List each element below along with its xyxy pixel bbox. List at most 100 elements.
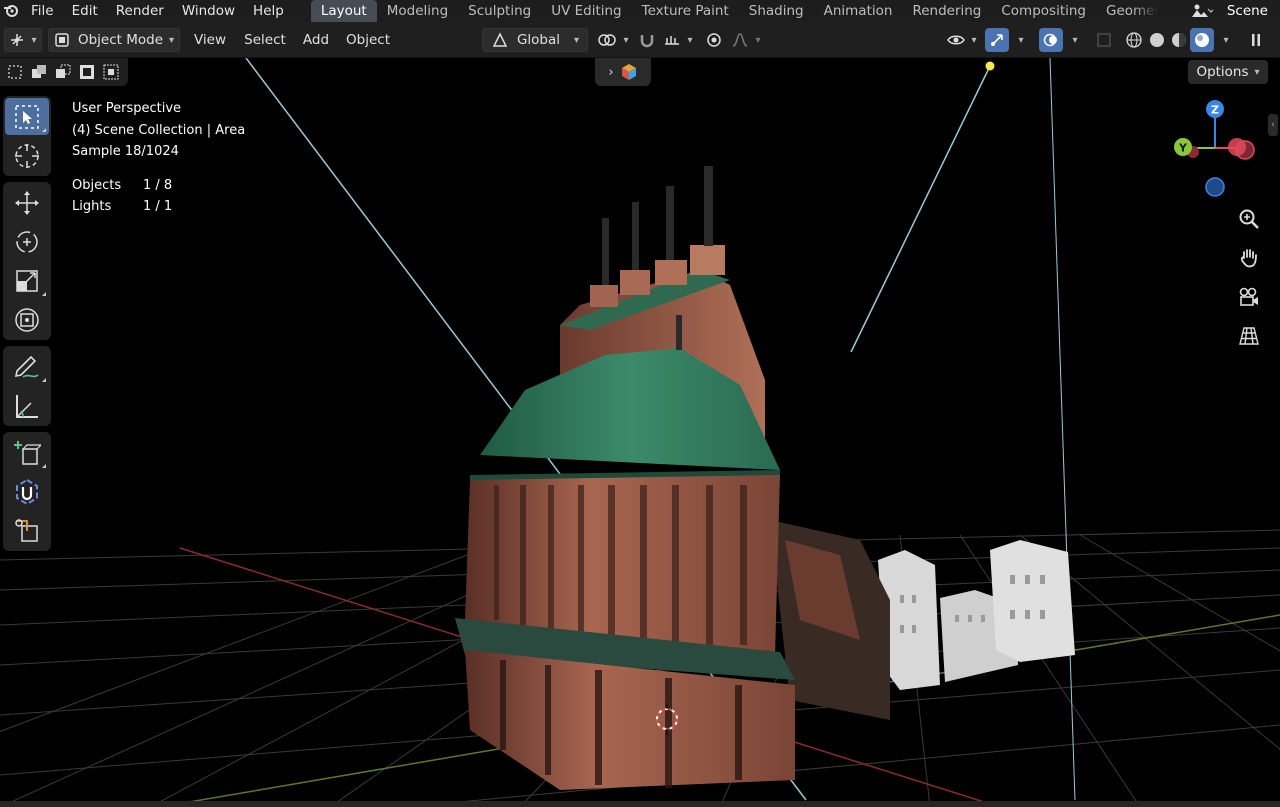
visibility-button[interactable]: ▾ xyxy=(944,28,980,52)
sidebar-toggle[interactable]: ‹ xyxy=(1268,114,1278,136)
shading-rendered-button[interactable] xyxy=(1190,28,1214,52)
view-name: User Perspective xyxy=(72,101,182,116)
zoom-button[interactable] xyxy=(1234,204,1264,234)
select-menu[interactable]: Select xyxy=(238,28,292,52)
tool-corner-indicator xyxy=(42,378,46,382)
overlays-options-dropdown[interactable]: ▾ xyxy=(1065,28,1085,52)
gizmo-neg-z-handle[interactable] xyxy=(1205,177,1225,197)
transform-clone-tool[interactable] xyxy=(5,512,49,549)
object-mode-icon xyxy=(55,33,69,47)
tool-corner-indicator xyxy=(42,464,46,468)
menu-help[interactable]: Help xyxy=(244,0,293,22)
move-tool[interactable] xyxy=(5,184,49,221)
tab-compositing[interactable]: Compositing xyxy=(991,0,1096,22)
lights-value: 1 / 1 xyxy=(143,199,173,214)
tab-modeling[interactable]: Modeling xyxy=(377,0,458,22)
select-box-icon xyxy=(15,104,39,129)
viewport-header: ▾ Object Mode ▾ View Select Add Object G… xyxy=(0,22,1280,58)
cursor-tool[interactable] xyxy=(5,137,49,174)
measure-tool[interactable] xyxy=(5,387,49,424)
chevron-down-icon: ▾ xyxy=(971,34,977,46)
tab-layout[interactable]: Layout xyxy=(310,0,377,22)
lights-label: Lights xyxy=(72,199,112,214)
grid-perspective-icon xyxy=(1239,327,1259,345)
snap-toggle[interactable] xyxy=(636,28,658,52)
transform-orientation-dropdown[interactable]: Global ▾ xyxy=(482,28,588,52)
chevron-down-icon: ▾ xyxy=(574,34,580,46)
clone-object-icon xyxy=(15,518,38,542)
scene-selector[interactable]: Scene xyxy=(1191,0,1280,22)
solid-sphere-icon xyxy=(1150,33,1164,47)
tool-shelf xyxy=(3,96,51,557)
perspective-toggle-button[interactable] xyxy=(1234,321,1264,351)
view-menu[interactable]: View xyxy=(188,28,232,52)
tab-geometry-nodes[interactable]: Geometr xyxy=(1096,0,1158,22)
industrial-building-model[interactable] xyxy=(455,166,890,790)
camera-view-button[interactable] xyxy=(1234,282,1264,312)
tab-sculpting[interactable]: Sculpting xyxy=(458,0,541,22)
wireframe-sphere-icon xyxy=(1126,32,1142,48)
uv-tool[interactable] xyxy=(5,473,49,510)
gizmo-toggle[interactable] xyxy=(985,28,1009,52)
tab-texture-paint[interactable]: Texture Paint xyxy=(632,0,739,22)
snap-increment-icon xyxy=(665,36,680,45)
tab-shading[interactable]: Shading xyxy=(739,0,814,22)
chevron-down-icon: ▾ xyxy=(31,34,37,46)
chevron-down-icon: ▾ xyxy=(169,34,175,46)
scene-label: Scene xyxy=(1226,3,1268,19)
object-menu[interactable]: Object xyxy=(340,28,396,52)
lights-stat: Lights 1 / 1 xyxy=(72,196,245,218)
white-townhouses[interactable] xyxy=(878,540,1075,690)
object-mode-label: Object Mode xyxy=(77,32,163,48)
add-tool-group xyxy=(3,432,51,551)
objects-stat: Objects 1 / 8 xyxy=(72,175,245,197)
transform-tool[interactable] xyxy=(5,301,49,338)
rendered-sphere-icon xyxy=(1195,33,1209,47)
snap-target-button[interactable]: ▾ xyxy=(660,28,696,52)
chevron-down-icon: ▾ xyxy=(687,34,693,46)
pan-button[interactable] xyxy=(1234,243,1264,273)
overlays-toggle[interactable] xyxy=(1039,28,1063,52)
move-arrows-icon xyxy=(15,190,39,215)
tab-uv-editing[interactable]: UV Editing xyxy=(541,0,631,22)
tab-rendering[interactable]: Rendering xyxy=(902,0,991,22)
scene-icon xyxy=(1191,4,1213,17)
transform-tool-group xyxy=(3,182,51,340)
tab-animation[interactable]: Animation xyxy=(814,0,903,22)
select-box-tool[interactable] xyxy=(5,98,49,135)
pause-render-button[interactable] xyxy=(1244,28,1268,52)
menu-file[interactable]: File xyxy=(22,0,63,22)
menu-edit[interactable]: Edit xyxy=(63,0,107,22)
tool-corner-indicator xyxy=(42,128,46,132)
render-sample-count: Sample 18/1024 xyxy=(72,144,179,159)
rotate-tool[interactable] xyxy=(5,223,49,260)
editor-type-button[interactable]: ▾ xyxy=(4,28,42,52)
proportional-editing-toggle[interactable] xyxy=(702,28,726,52)
axes-editor-icon xyxy=(11,34,24,46)
shading-options-dropdown[interactable]: ▾ xyxy=(1216,28,1236,52)
top-menu-bar: File Edit Render Window Help Layout Mode… xyxy=(0,0,1280,22)
add-menu[interactable]: Add xyxy=(296,28,336,52)
pivot-point-button[interactable]: ▾ xyxy=(594,28,632,52)
menu-window[interactable]: Window xyxy=(173,0,244,22)
xray-toggle[interactable] xyxy=(1094,28,1114,52)
blender-logo-icon[interactable] xyxy=(0,0,22,22)
object-mode-dropdown[interactable]: Object Mode ▾ xyxy=(48,28,180,52)
scale-tool[interactable] xyxy=(5,262,49,299)
falloff-button[interactable]: ▾ xyxy=(728,28,764,52)
annotate-tool[interactable] xyxy=(5,348,49,385)
objects-label: Objects xyxy=(72,177,122,193)
xray-icon xyxy=(1097,33,1111,47)
navigation-gizmo[interactable]: Y Z xyxy=(1165,95,1265,205)
global-orientation-icon xyxy=(492,32,508,47)
falloff-curve-icon xyxy=(733,33,748,47)
transform-icon xyxy=(15,307,39,332)
menu-render[interactable]: Render xyxy=(107,0,173,22)
shading-wireframe-button[interactable] xyxy=(1122,28,1146,52)
gizmo-x-handle[interactable] xyxy=(1228,138,1246,156)
add-cube-tool[interactable] xyxy=(5,434,49,471)
shading-material-button[interactable] xyxy=(1168,28,1190,52)
chevron-down-icon: ▾ xyxy=(1072,34,1078,46)
gizmo-options-dropdown[interactable]: ▾ xyxy=(1011,28,1031,52)
shading-solid-button[interactable] xyxy=(1146,28,1168,52)
